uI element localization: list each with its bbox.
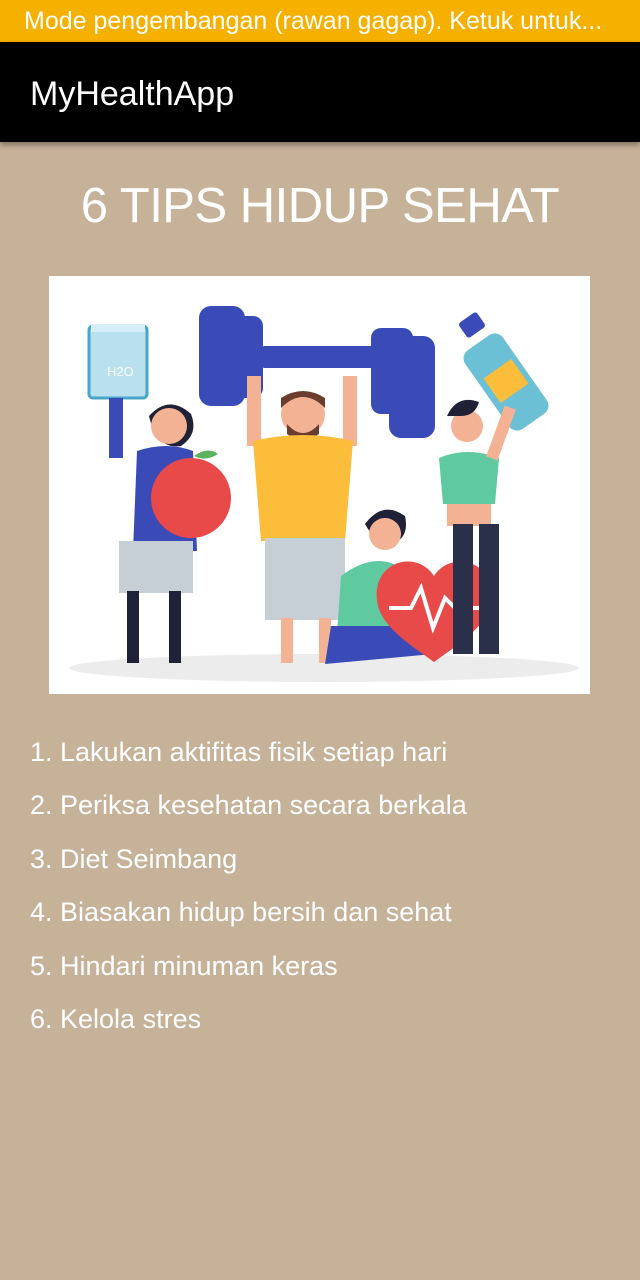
woman-with-bottle-figure — [439, 312, 549, 654]
dev-mode-banner-text: Mode pengembangan (rawan gagap). Ketuk u… — [24, 7, 603, 35]
tip-item-2: 2. Periksa kesehatan secara berkala — [30, 790, 467, 821]
app-title: MyHealthApp — [30, 75, 235, 113]
tip-item-6: 6. Kelola stres — [30, 1003, 202, 1034]
water-glass-label: H2O — [107, 364, 134, 379]
page-title: 6 TIPS HIDUP SEHAT — [80, 179, 560, 233]
healthy-lifestyle-illustration: H2O — [49, 276, 590, 694]
dev-mode-banner[interactable]: Mode pengembangan (rawan gagap). Ketuk u… — [0, 0, 640, 42]
app-bar: MyHealthApp — [0, 42, 640, 142]
tip-item-3: 3. Diet Seimbang — [30, 843, 238, 874]
tip-item-1: 1. Lakukan aktifitas fisik setiap hari — [30, 737, 448, 767]
tip-item-5: 5. Hindari minuman keras — [30, 950, 338, 981]
tip-item-4: 4. Biasakan hidup bersih dan sehat — [30, 897, 452, 928]
health-tips-list: 1. Lakukan aktifitas fisik setiap hari 2… — [30, 732, 467, 1052]
